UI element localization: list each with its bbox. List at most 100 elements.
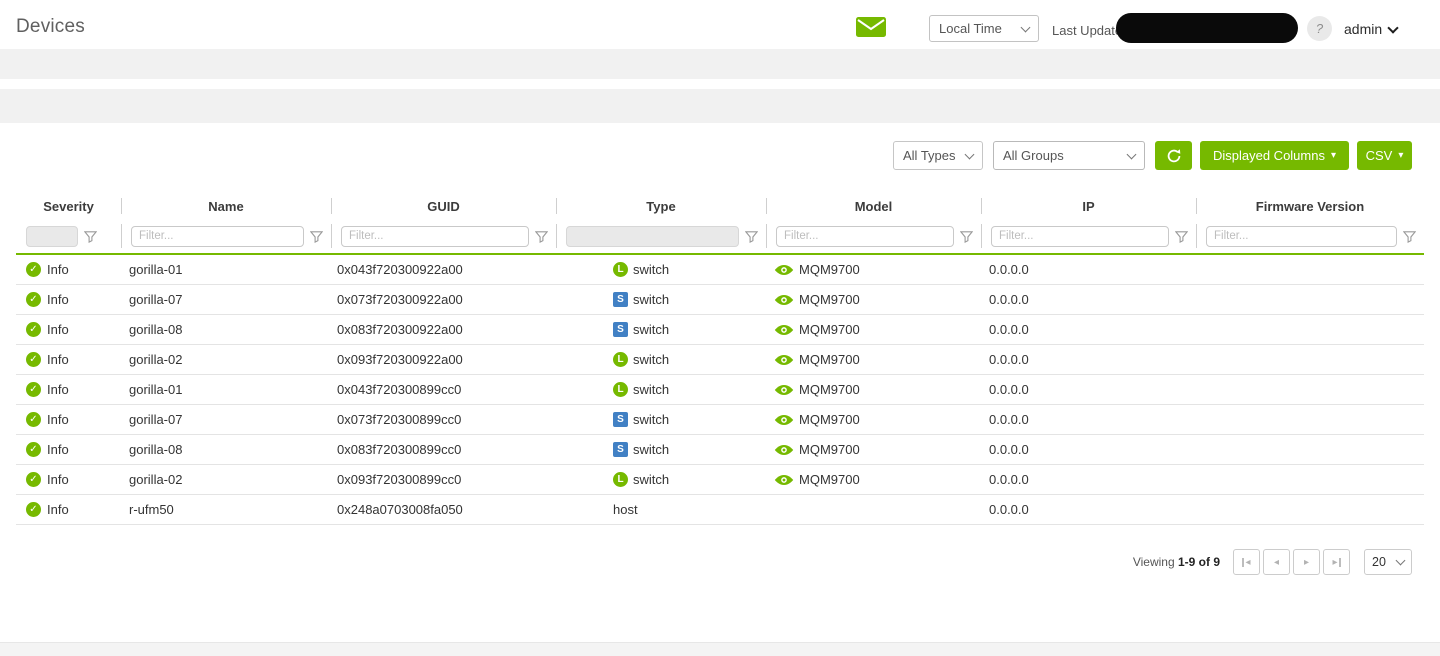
type-badge: S [613,412,628,427]
column-header-severity[interactable]: Severity [16,193,121,219]
device-name: gorilla-02 [129,472,182,487]
refresh-button[interactable] [1155,141,1192,170]
column-header-type[interactable]: Type [556,193,766,219]
viewing-range: 1-9 of 9 [1178,555,1220,569]
severity-label: Info [47,472,69,487]
device-row[interactable]: ✓ Info gorilla-08 0x083f720300922a00 S s… [16,315,1424,345]
type-badge: S [613,292,628,307]
check-icon: ✓ [29,474,37,485]
page-size-value: 20 [1372,555,1386,569]
column-header-name[interactable]: Name [121,193,331,219]
device-row[interactable]: ✓ Info gorilla-01 0x043f720300922a00 L s… [16,254,1424,285]
type-filter-select[interactable]: All Types [893,141,983,170]
device-type-label: switch [633,322,669,337]
device-model: MQM9700 [799,292,860,307]
filter-funnel-icon[interactable] [1175,230,1188,243]
page-size-select[interactable]: 20 [1364,549,1412,575]
type-badge: L [613,262,628,277]
caret-down-icon: ▾ [1331,151,1336,161]
table-filter-row [16,219,1424,254]
first-page-button[interactable]: ◂ [1233,549,1260,575]
filter-funnel-icon[interactable] [745,230,758,243]
check-icon: ✓ [29,444,37,455]
nvidia-eye-icon [774,384,794,396]
help-icon[interactable]: ? [1307,16,1332,41]
device-guid: 0x073f720300922a00 [337,292,463,307]
type-badge: S [613,322,628,337]
table-header-row: Severity Name GUID Type Model IP Firmwar… [16,193,1424,219]
severity-ok-icon: ✓ [26,412,41,427]
device-guid: 0x248a0703008fa050 [337,502,463,517]
toolbar-strip-lower [0,89,1440,123]
chevron-down-icon [1396,556,1406,566]
severity-ok-icon: ✓ [26,442,41,457]
device-table-body: ✓ Info gorilla-01 0x043f720300922a00 L s… [16,254,1424,525]
check-icon: ✓ [29,384,37,395]
device-guid: 0x043f720300922a00 [337,262,463,277]
column-header-firmware[interactable]: Firmware Version [1196,193,1424,219]
pagination-buttons: ◂ ◂ ▸ ▸ [1233,549,1350,575]
device-row[interactable]: ✓ Info gorilla-02 0x093f720300899cc0 L s… [16,465,1424,495]
device-guid: 0x083f720300922a00 [337,322,463,337]
filter-cell-type [556,219,766,254]
device-name: gorilla-01 [129,382,182,397]
filter-funnel-icon[interactable] [960,230,973,243]
filter-cell-firmware [1196,219,1424,254]
name-filter-input[interactable] [131,226,304,247]
device-row[interactable]: ✓ Info gorilla-07 0x073f720300899cc0 S s… [16,405,1424,435]
device-ip: 0.0.0.0 [989,472,1029,487]
type-filter-input[interactable] [566,226,739,247]
device-row[interactable]: ✓ Info gorilla-01 0x043f720300899cc0 L s… [16,375,1424,405]
first-page-bar-icon [1242,558,1244,567]
model-filter-input[interactable] [776,226,954,247]
ip-filter-input[interactable] [991,226,1169,247]
check-icon: ✓ [29,354,37,365]
last-page-bar-icon [1339,558,1341,567]
nvidia-eye-icon [774,354,794,366]
severity-ok-icon: ✓ [26,382,41,397]
device-row[interactable]: ✓ Info gorilla-08 0x083f720300899cc0 S s… [16,435,1424,465]
severity-label: Info [47,502,69,517]
device-model: MQM9700 [799,322,860,337]
severity-ok-icon: ✓ [26,502,41,517]
refresh-icon [1166,148,1182,164]
guid-filter-input[interactable] [341,226,529,247]
device-guid: 0x093f720300922a00 [337,352,463,367]
device-row[interactable]: ✓ Info gorilla-02 0x093f720300922a00 L s… [16,345,1424,375]
displayed-columns-button[interactable]: Displayed Columns ▾ [1200,141,1349,170]
device-type-label: switch [633,472,669,487]
filter-funnel-icon[interactable] [310,230,323,243]
column-header-guid[interactable]: GUID [331,193,556,219]
last-page-button[interactable]: ▸ [1323,549,1350,575]
device-model: MQM9700 [799,412,860,427]
severity-label: Info [47,412,69,427]
device-ip: 0.0.0.0 [989,412,1029,427]
group-filter-select[interactable]: All Groups [993,141,1145,170]
device-row[interactable]: ✓ Info r-ufm50 0x248a0703008fa050 host 0… [16,495,1424,525]
prev-page-button[interactable]: ◂ [1263,549,1290,575]
severity-ok-icon: ✓ [26,352,41,367]
filter-funnel-icon[interactable] [84,230,97,243]
filter-funnel-icon[interactable] [535,230,548,243]
device-ip: 0.0.0.0 [989,262,1029,277]
type-badge: L [613,352,628,367]
mail-icon[interactable] [856,17,886,37]
check-icon: ✓ [29,504,37,515]
username-label: admin [1344,21,1382,37]
device-guid: 0x093f720300899cc0 [337,472,461,487]
severity-filter-input[interactable] [26,226,78,247]
column-header-ip[interactable]: IP [981,193,1196,219]
user-menu[interactable]: admin [1344,21,1397,37]
firmware-filter-input[interactable] [1206,226,1397,247]
device-ip: 0.0.0.0 [989,382,1029,397]
column-header-model[interactable]: Model [766,193,981,219]
chevron-down-icon [1387,22,1398,33]
csv-export-button[interactable]: CSV ▾ [1357,141,1412,170]
filter-funnel-icon[interactable] [1403,230,1416,243]
device-row[interactable]: ✓ Info gorilla-07 0x073f720300922a00 S s… [16,285,1424,315]
next-page-button[interactable]: ▸ [1293,549,1320,575]
viewing-label: Viewing [1133,555,1175,569]
timezone-select[interactable]: Local Time [929,15,1039,42]
device-model: MQM9700 [799,472,860,487]
device-name: gorilla-08 [129,442,182,457]
